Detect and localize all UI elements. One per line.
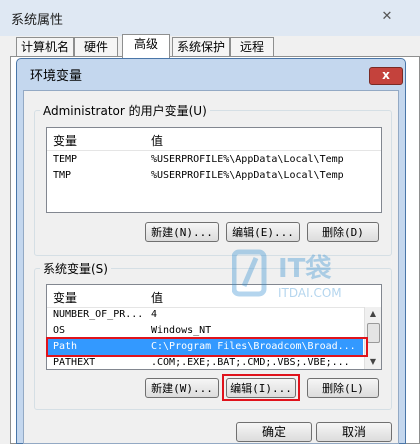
list-item[interactable]: TMP %USERPROFILE%\AppData\Local\Temp — [47, 168, 381, 184]
tab-advanced[interactable]: 高级 — [122, 34, 170, 58]
column-header-variable[interactable]: 变量 — [53, 289, 77, 306]
list-header: 变量 值 — [47, 128, 381, 151]
itdai-watermark: IT袋 ITDAI.COM — [231, 246, 382, 306]
var-name: NUMBER_OF_PR... — [53, 309, 144, 320]
edit-button-highlight — [222, 374, 300, 401]
list-item[interactable]: PATHEXT .COM;.EXE;.BAT;.CMD;.VBS;.VBE;..… — [47, 355, 363, 369]
scroll-up-icon[interactable]: ▲ — [365, 307, 381, 321]
user-vars-list[interactable]: 变量 值 TEMP %USERPROFILE%\AppData\Local\Te… — [46, 127, 382, 213]
tab-computer-name[interactable]: 计算机名 — [16, 37, 74, 57]
path-row-highlight — [46, 337, 368, 357]
outer-close-icon[interactable]: ✕ — [378, 9, 396, 25]
system-delete-button[interactable]: 删除(L) — [307, 378, 379, 398]
user-new-button[interactable]: 新建(N)... — [145, 222, 219, 242]
list-item[interactable]: TEMP %USERPROFILE%\AppData\Local\Temp — [47, 152, 381, 168]
system-new-button[interactable]: 新建(W)... — [145, 378, 219, 398]
user-vars-label: Administrator 的用户变量(U) — [40, 102, 210, 119]
system-vars-label: 系统变量(S) — [40, 260, 111, 277]
var-value: .COM;.EXE;.BAT;.CMD;.VBS;.VBE;... — [151, 357, 350, 368]
tab-hardware[interactable]: 硬件 — [74, 37, 118, 57]
scrollbar-thumb[interactable] — [367, 323, 380, 343]
var-name: PATHEXT — [53, 357, 96, 368]
var-value: %USERPROFILE%\AppData\Local\Temp — [151, 170, 344, 181]
outer-window-title: 系统属性 — [11, 13, 64, 28]
watermark-url: ITDAI.COM — [278, 286, 342, 300]
list-item[interactable]: NUMBER_OF_PR... 4 — [47, 307, 363, 323]
var-value: 4 — [151, 309, 158, 320]
var-value: %USERPROFILE%\AppData\Local\Temp — [151, 154, 344, 165]
var-name: TEMP — [53, 154, 78, 165]
dialog-close-icon[interactable]: x — [369, 67, 403, 85]
scroll-down-icon[interactable]: ▼ — [365, 355, 381, 369]
column-header-variable[interactable]: 变量 — [53, 132, 77, 149]
ok-button[interactable]: 确定 — [236, 422, 312, 442]
tab-remote[interactable]: 远程 — [230, 37, 274, 57]
tab-system-protection[interactable]: 系统保护 — [172, 37, 230, 57]
var-name: TMP — [53, 170, 72, 181]
column-header-value[interactable]: 值 — [151, 289, 163, 306]
user-edit-button[interactable]: 编辑(E)... — [226, 222, 300, 242]
cancel-button[interactable]: 取消 — [316, 422, 392, 442]
watermark-logo-text: IT袋 — [278, 254, 332, 284]
dialog-title: 环境变量 — [30, 69, 83, 84]
user-delete-button[interactable]: 删除(D) — [307, 222, 379, 242]
column-header-value[interactable]: 值 — [151, 132, 163, 149]
